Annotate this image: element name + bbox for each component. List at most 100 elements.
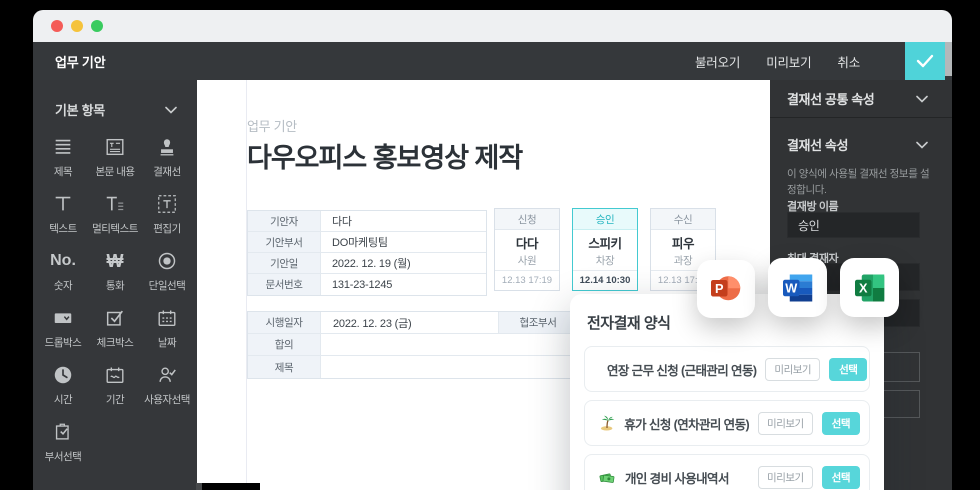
table-row: 기안일 2022. 12. 19 (월) (248, 253, 486, 274)
preview-button[interactable]: 미리보기 (758, 465, 813, 489)
user-select-icon (156, 363, 178, 387)
table-row: 기안부서 DO마케팅팀 (248, 232, 486, 253)
section-title: 결재선 속성 (787, 138, 849, 153)
svg-text:P: P (715, 281, 724, 296)
approver-name: 스피키 (588, 236, 622, 251)
confirm-button[interactable] (905, 42, 945, 80)
tool-period[interactable]: 기간 (89, 363, 141, 407)
approval-card-request[interactable]: 신청 다다 사원 12.13 17:19 (494, 208, 560, 291)
dept-select-icon (52, 420, 74, 444)
cell-value[interactable]: DO마케팅팀 (321, 232, 486, 252)
approval-line: 신청 다다 사원 12.13 17:19 승인 스피키 차장 12.14 10:… (494, 208, 716, 291)
approver-name: 피우 (671, 236, 695, 251)
draft-info-table: 기안자 다다 기안부서 DO마케팅팀 기안일 2022. 12. 19 (월) … (247, 210, 487, 296)
preview-button[interactable]: 미리보기 (765, 357, 821, 381)
approver-name: 다다 (515, 236, 539, 251)
document-form-type: 업무 기안 (247, 119, 297, 134)
tool-editor[interactable]: 편집기 (141, 192, 193, 236)
form-item-overtime[interactable]: 연장 근무 신청 (근태관리 연동) 미리보기 선택 (584, 346, 870, 392)
tool-currency[interactable]: ₩ 통화 (89, 249, 141, 293)
tool-dropdown[interactable]: 드롭박스 (37, 306, 89, 350)
select-button[interactable]: 선택 (821, 411, 860, 435)
tool-body-content[interactable]: 본문 내용 (89, 135, 141, 179)
tool-approval-line[interactable]: 결재선 (141, 135, 193, 179)
word-tile[interactable]: W (768, 258, 827, 317)
tool-dept-select[interactable]: 부서선택 (37, 420, 89, 464)
document-title[interactable]: 다우오피스 홍보영상 제작 (247, 136, 523, 175)
load-button[interactable]: 불러오기 (695, 52, 740, 71)
approver-rank: 과장 (673, 254, 693, 267)
form-item-label: 개인 경비 사용내역서 (625, 471, 729, 486)
approval-stage: 수신 (651, 209, 715, 230)
cell-value[interactable]: 다다 (321, 211, 486, 231)
menu-lines-icon (52, 135, 74, 159)
form-item-vacation[interactable]: 휴가 신청 (연차관리 연동) 미리보기 선택 (584, 400, 870, 446)
cell-label: 기안일 (248, 253, 321, 273)
cell-label: 시행일자 (248, 312, 321, 333)
stamp-icon (156, 135, 178, 159)
tool-grid: 제목 본문 내용 결재선 텍스트 멀티텍스트 편집기 No. 숫자 ₩ 통화 단… (33, 135, 197, 464)
text-icon (52, 192, 74, 216)
form-item-expense[interactable]: 개인 경비 사용내역서 미리보기 선택 (584, 454, 870, 490)
header-actions: 불러오기 미리보기 취소 (695, 42, 860, 80)
checkbox-icon (104, 306, 126, 330)
excel-tile[interactable]: X (840, 258, 899, 317)
cell-label: 기안자 (248, 211, 321, 231)
tool-time[interactable]: 시간 (37, 363, 89, 407)
powerpoint-icon: P (711, 276, 741, 301)
approval-time: 12.14 10:30 (573, 270, 637, 290)
section-common-approval-props[interactable]: 결재선 공통 속성 (770, 80, 952, 117)
cell-value[interactable]: 2022. 12. 23 (금) (321, 312, 499, 333)
cancel-button[interactable]: 취소 (837, 52, 860, 71)
tool-number[interactable]: No. 숫자 (37, 249, 89, 293)
cell-value[interactable]: 2022. 12. 19 (월) (321, 253, 486, 273)
tool-single-select[interactable]: 단일선택 (141, 249, 193, 293)
minimize-window-icon[interactable] (71, 20, 83, 32)
multi-text-icon (104, 192, 126, 216)
approval-stage: 승인 (573, 209, 637, 230)
money-icon (599, 473, 615, 483)
currency-icon: ₩ (106, 250, 124, 271)
approver-rank: 차장 (595, 254, 615, 267)
tool-multi-text[interactable]: 멀티텍스트 (89, 192, 141, 236)
check-icon (916, 54, 934, 68)
window-titlebar (33, 10, 952, 42)
tool-date[interactable]: 날짜 (141, 306, 193, 350)
zoom-window-icon[interactable] (91, 20, 103, 32)
section-approval-props[interactable]: 결재선 속성 (770, 126, 952, 163)
form-item-label: 휴가 신청 (연차관리 연동) (624, 417, 750, 432)
cell-label: 문서번호 (248, 274, 321, 295)
cell-label: 협조부서 (499, 312, 578, 333)
cell-label: 합의 (248, 334, 321, 355)
cell-label: 기안부서 (248, 232, 321, 252)
screen: 업무 기안 불러오기 미리보기 취소 기본 항목 제목 본문 내용 결재선 텍스… (0, 0, 980, 490)
island-icon (600, 415, 615, 431)
sidebar-section-basic-items[interactable]: 기본 항목 (33, 80, 197, 135)
select-button[interactable]: 선택 (821, 465, 860, 489)
app-title: 업무 기안 (55, 54, 106, 70)
tool-title[interactable]: 제목 (37, 135, 89, 179)
clock-icon (52, 363, 74, 387)
calendar-icon (156, 306, 178, 330)
tool-user-select[interactable]: 사용자선택 (141, 363, 193, 407)
table-row: 기안자 다다 (248, 211, 486, 232)
app-header: 업무 기안 불러오기 미리보기 취소 (33, 42, 952, 80)
preview-button[interactable]: 미리보기 (766, 52, 811, 71)
dropdown-icon (52, 306, 74, 330)
powerpoint-tile[interactable]: P (697, 260, 755, 318)
tool-checkbox[interactable]: 체크박스 (89, 306, 141, 350)
approval-room-name-input[interactable] (787, 212, 920, 238)
approval-card-approve[interactable]: 승인 스피키 차장 12.14 10:30 (572, 208, 638, 291)
close-window-icon[interactable] (51, 20, 63, 32)
scrollbar-thumb[interactable] (945, 42, 952, 76)
svg-text:W: W (785, 280, 798, 295)
component-sidebar: 기본 항목 제목 본문 내용 결재선 텍스트 멀티텍스트 편집기 No. 숫자 … (33, 80, 197, 490)
preview-button[interactable]: 미리보기 (758, 411, 813, 435)
excel-icon: X (854, 274, 884, 301)
select-button[interactable]: 선택 (829, 357, 868, 381)
form-item-label: 연장 근무 신청 (근태관리 연동) (607, 363, 757, 378)
chevron-down-icon (916, 95, 928, 103)
tool-text[interactable]: 텍스트 (37, 192, 89, 236)
cell-value[interactable]: 131-23-1245 (321, 274, 486, 295)
approval-stage: 신청 (495, 209, 559, 230)
